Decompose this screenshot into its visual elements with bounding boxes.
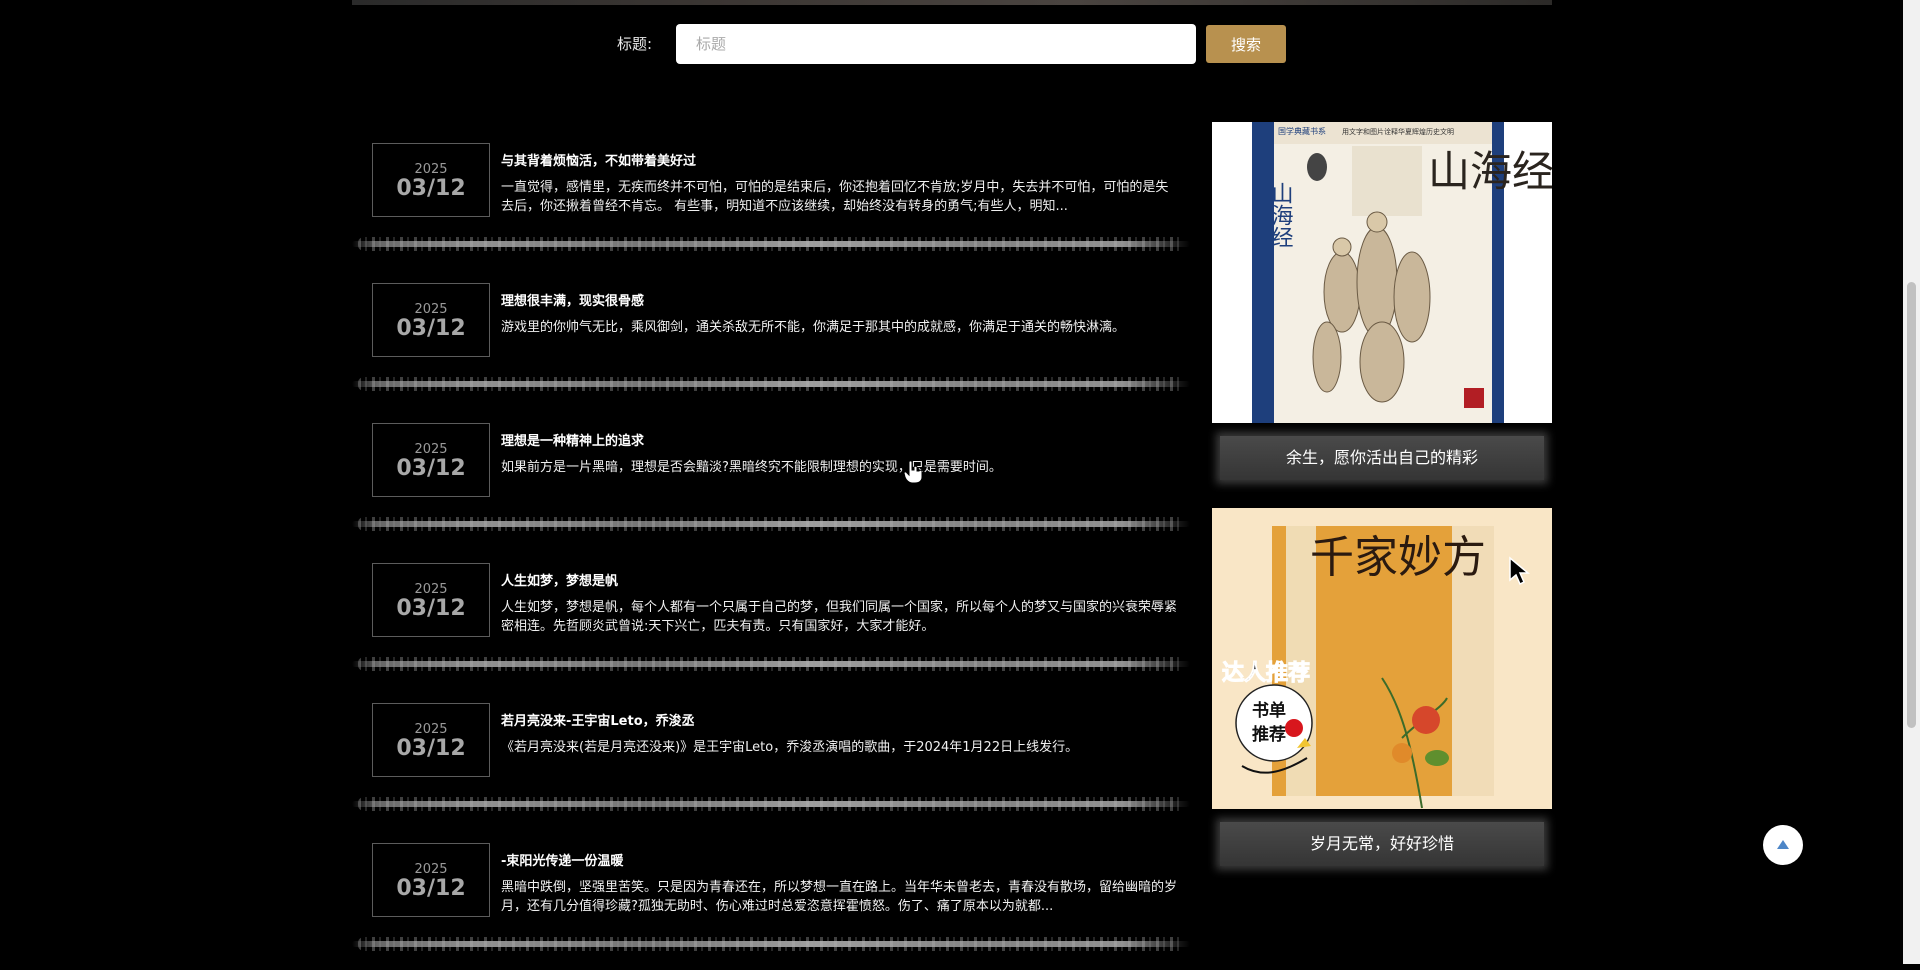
- book-card[interactable]: 国学典藏书系 用文字和图片诠释华夏辉煌历史文明 山海经 山海经 余生，愿你活出自…: [1212, 122, 1552, 508]
- book-cover-image[interactable]: 国学典藏书系 用文字和图片诠释华夏辉煌历史文明 山海经 山海经: [1212, 122, 1552, 423]
- sidebar: 国学典藏书系 用文字和图片诠释华夏辉煌历史文明 山海经 山海经 余生，愿你活出自…: [1212, 122, 1552, 894]
- book-cover-image[interactable]: 千家妙方 达人推荐 书单 推荐: [1212, 508, 1552, 809]
- article-summary: 一直觉得，感情里，无疾而终并不可怕，可怕的是结束后，你还抱着回忆不肯放;岁月中，…: [501, 180, 1169, 214]
- date-month-day: 03/12: [396, 316, 466, 341]
- article-item[interactable]: 2025 03/12 -束阳光传递一份温暖 黑暗中跌倒，坚强里苦笑。只是因为青春…: [352, 830, 1190, 970]
- article-item[interactable]: 2025 03/12 人生如梦，梦想是帆 人生如梦，梦想是帆，每个人都有一个只属…: [352, 550, 1190, 690]
- cover-title-main: 千家妙方: [1310, 532, 1486, 583]
- article-item[interactable]: 2025 03/12 若月亮没来-王宇宙Leto，乔浚丞 《若月亮没来(若是月亮…: [352, 690, 1190, 830]
- brush-divider: [352, 235, 1190, 253]
- brush-divider: [352, 935, 1190, 953]
- header-banner-edge: [352, 0, 1552, 5]
- article-summary: 人生如梦，梦想是帆，每个人都有一个只属于自己的梦，但我们同属一个国家，所以每个人…: [501, 600, 1178, 634]
- date-month-day: 03/12: [396, 596, 466, 621]
- date-box: 2025 03/12: [372, 143, 490, 217]
- date-box: 2025 03/12: [372, 283, 490, 357]
- date-year: 2025: [414, 582, 448, 597]
- article-title-link[interactable]: 与其背着烦恼活，不如带着美好过: [501, 150, 1181, 169]
- arrow-cursor-icon: [1509, 556, 1530, 586]
- search-bar: 标题: 搜索: [0, 24, 1920, 64]
- search-label: 标题:: [617, 35, 653, 53]
- caret-up-icon: [1777, 840, 1789, 849]
- cover-title-char: 山海经: [1428, 147, 1552, 196]
- date-box: 2025 03/12: [372, 423, 490, 497]
- brush-divider: [352, 375, 1190, 393]
- brush-divider: [352, 515, 1190, 533]
- book-caption[interactable]: 岁月无常，好好珍惜: [1220, 822, 1544, 866]
- date-year: 2025: [414, 722, 448, 737]
- article-title-link[interactable]: 理想是一种精神上的追求: [501, 430, 1181, 449]
- date-month-day: 03/12: [396, 456, 466, 481]
- title-search-input[interactable]: [676, 24, 1196, 64]
- article-summary: 《若月亮没来(若是月亮还没来)》是王宇宙Leto，乔浚丞演唱的歌曲，于2024年…: [501, 740, 1079, 755]
- date-box: 2025 03/12: [372, 703, 490, 777]
- page-scrollbar[interactable]: [1903, 0, 1920, 964]
- article-item[interactable]: 2025 03/12 与其背着烦恼活，不如带着美好过 一直觉得，感情里，无疾而终…: [352, 130, 1190, 270]
- article-title-link[interactable]: 理想很丰满，现实很骨感: [501, 290, 1181, 309]
- article-summary: 如果前方是一片黑暗，理想是否会黯淡?黑暗终究不能限制理想的实现，只是需要时间。: [501, 460, 1002, 475]
- article-item[interactable]: 2025 03/12 理想是一种精神上的追求 如果前方是一片黑暗，理想是否会黯淡…: [352, 410, 1190, 550]
- date-year: 2025: [414, 442, 448, 457]
- brush-divider: [352, 795, 1190, 813]
- article-list: 2025 03/12 与其背着烦恼活，不如带着美好过 一直觉得，感情里，无疾而终…: [352, 130, 1190, 970]
- date-month-day: 03/12: [396, 876, 466, 901]
- scrollbar-thumb[interactable]: [1907, 282, 1916, 728]
- cover-series: 国学典藏书系: [1278, 126, 1326, 136]
- brush-divider: [352, 655, 1190, 673]
- search-button[interactable]: 搜索: [1206, 25, 1286, 63]
- date-year: 2025: [414, 862, 448, 877]
- back-to-top-button[interactable]: [1763, 825, 1803, 865]
- article-title-link[interactable]: 人生如梦，梦想是帆: [501, 570, 1181, 589]
- date-year: 2025: [414, 302, 448, 317]
- date-month-day: 03/12: [396, 736, 466, 761]
- date-year: 2025: [414, 162, 448, 177]
- article-summary: 黑暗中跌倒，坚强里苦笑。只是因为青春还在，所以梦想一直在路上。当年华未曾老去，青…: [501, 880, 1178, 914]
- cover-badge-line1: 书单: [1252, 700, 1286, 721]
- date-month-day: 03/12: [396, 176, 466, 201]
- date-box: 2025 03/12: [372, 563, 490, 637]
- article-item[interactable]: 2025 03/12 理想很丰满，现实很骨感 游戏里的你帅气无比，乘风御剑，通关…: [352, 270, 1190, 410]
- article-title-link[interactable]: -束阳光传递一份温暖: [501, 850, 1181, 869]
- cover-spine-title: 山海经: [1268, 182, 1294, 248]
- article-summary: 游戏里的你帅气无比，乘风御剑，通关杀敌无所不能，你满足于那其中的成就感，你满足于…: [501, 320, 1126, 335]
- cover-badge: 达人推荐: [1222, 660, 1310, 686]
- book-caption[interactable]: 余生，愿你活出自己的精彩: [1220, 436, 1544, 480]
- hand-cursor-icon: [903, 460, 923, 484]
- cover-tagline: 用文字和图片诠释华夏辉煌历史文明: [1342, 127, 1454, 136]
- article-title-link[interactable]: 若月亮没来-王宇宙Leto，乔浚丞: [501, 710, 1181, 729]
- book-card[interactable]: 千家妙方 达人推荐 书单 推荐 岁月无常，好好珍惜: [1212, 508, 1552, 894]
- date-box: 2025 03/12: [372, 843, 490, 917]
- cover-badge-line2: 推荐: [1252, 724, 1286, 745]
